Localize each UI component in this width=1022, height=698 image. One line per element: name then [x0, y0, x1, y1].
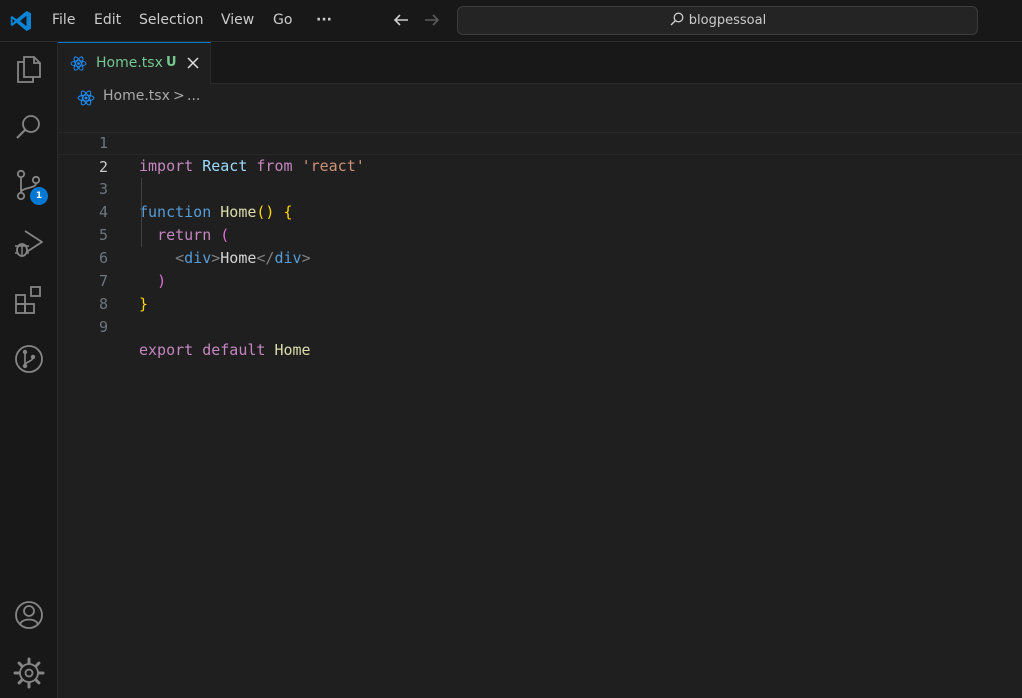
menu-more-button[interactable]: ···	[316, 0, 332, 42]
editor-tab-bar: Home.tsx U	[58, 42, 1022, 84]
search-text: blogpessoal	[688, 13, 767, 28]
command-center-search[interactable]: blogpessoal	[457, 6, 978, 35]
menu-edit[interactable]: Edit	[94, 0, 121, 42]
git-graph-icon[interactable]	[12, 342, 46, 376]
breadcrumb-separator: >	[173, 88, 185, 104]
code-editor[interactable]: 1 import React from 'react' 2 3 function…	[58, 108, 1022, 698]
vscode-logo-icon[interactable]	[9, 9, 33, 33]
code-line: 1 import React from 'react'	[58, 109, 1022, 175]
react-file-icon	[77, 90, 95, 106]
code-line: 6 )	[58, 224, 1022, 290]
token: default	[202, 341, 266, 359]
breadcrumb-file[interactable]: Home.tsx	[103, 88, 170, 104]
code-line: 8	[58, 270, 1022, 313]
code-line: 3 function Home() {	[58, 155, 1022, 221]
untracked-status-badge: U	[166, 55, 177, 70]
code-line: 4 return (	[58, 178, 1022, 244]
line-number: 9	[98, 318, 108, 336]
tab-home-tsx[interactable]: Home.tsx U	[58, 42, 211, 84]
menu-selection[interactable]: Selection	[139, 0, 204, 42]
back-arrow-icon[interactable]	[390, 9, 412, 31]
source-control-badge: 1	[30, 187, 48, 205]
menu-go[interactable]: Go	[273, 0, 292, 42]
explorer-icon[interactable]	[12, 52, 46, 86]
run-debug-icon[interactable]	[12, 226, 46, 260]
account-icon[interactable]	[12, 598, 46, 632]
tab-label: Home.tsx	[96, 55, 163, 71]
code-line: 7 }	[58, 247, 1022, 313]
search-sidebar-icon[interactable]	[12, 110, 46, 144]
token: Home	[274, 341, 311, 359]
code-line: 9 export default Home	[58, 293, 1022, 359]
indent-guide	[141, 178, 142, 247]
title-bar: File Edit Selection View Go ··· blogpess…	[0, 0, 1022, 42]
extensions-icon[interactable]	[12, 284, 46, 318]
line-code: export default Home	[139, 339, 311, 362]
settings-gear-icon[interactable]	[12, 656, 46, 690]
react-file-icon	[70, 56, 87, 71]
close-icon[interactable]	[184, 54, 202, 72]
code-line: 5 <div>Home</div>	[58, 201, 1022, 267]
breadcrumb-more[interactable]: ...	[187, 88, 200, 104]
forward-arrow-icon[interactable]	[421, 9, 443, 31]
code-line-current: 2	[58, 132, 1022, 176]
menu-file[interactable]: File	[52, 0, 75, 42]
search-icon	[670, 12, 684, 26]
token: export	[139, 341, 194, 359]
menu-view[interactable]: View	[221, 0, 254, 42]
